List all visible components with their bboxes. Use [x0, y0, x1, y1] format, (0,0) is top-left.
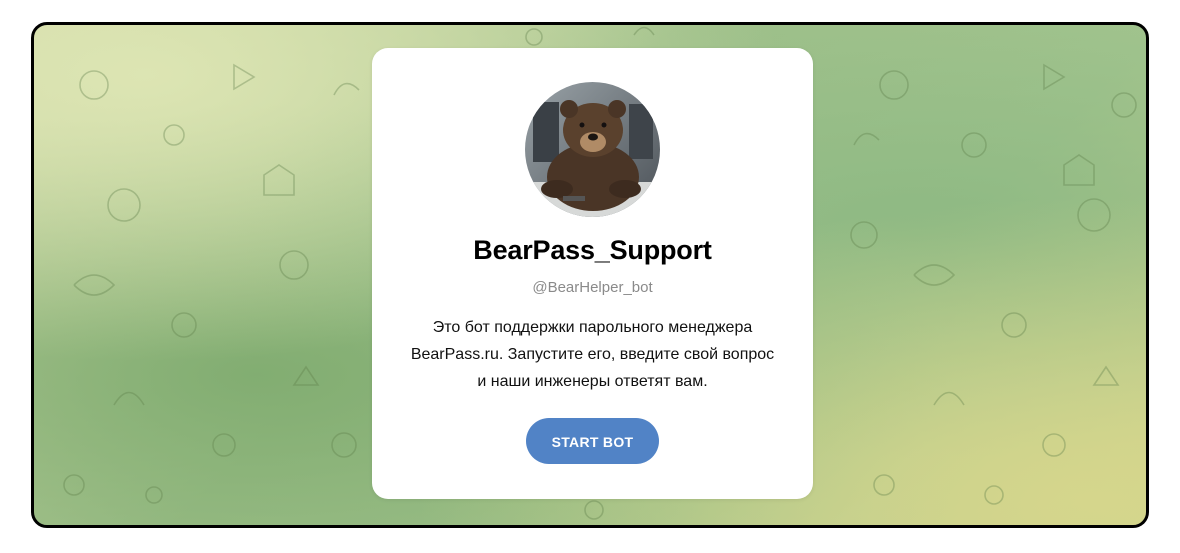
description-line: и наши инженеры ответят вам.	[477, 373, 708, 390]
bot-display-name: BearPass_Support	[473, 235, 712, 265]
description-line: BearPass.ru. Запустите его, введите свой…	[410, 346, 775, 363]
bear-icon	[525, 82, 660, 217]
bear-avatar	[525, 82, 660, 217]
bot-info-card: BearPass_Support @BearHelper_bot Это бот…	[372, 48, 813, 499]
chat-background: BearPass_Support @BearHelper_bot Это бот…	[31, 22, 1149, 528]
description-line: Это бот поддержки парольного менеджера	[432, 319, 753, 336]
start-bot-button[interactable]: START BOT	[526, 418, 659, 464]
bot-username: @BearHelper_bot	[532, 279, 653, 296]
bot-description: Это бот поддержки парольного менеджера B…	[382, 314, 803, 395]
